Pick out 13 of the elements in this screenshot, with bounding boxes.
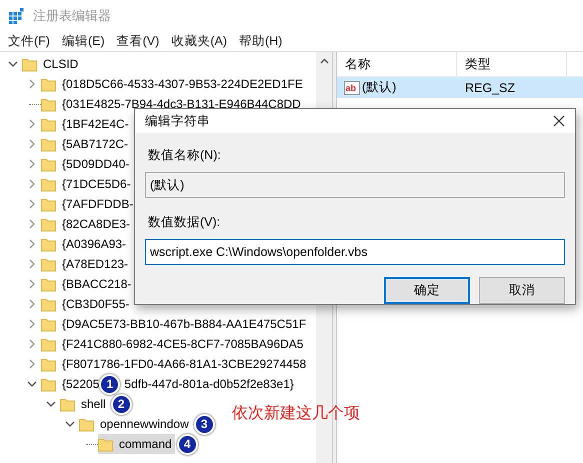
number-badge: 4 <box>176 434 198 454</box>
field-label: 数值名称(N): <box>148 147 222 164</box>
value-name: (默认) <box>362 79 396 96</box>
number-badge: 1 <box>99 374 120 394</box>
field-label: 数值数据(V): <box>148 214 222 231</box>
value-type: REG_SZ <box>464 80 516 94</box>
window-title: 注册表编辑器 <box>33 7 111 25</box>
number-badge: 2 <box>110 394 132 414</box>
string-value-icon: ab <box>344 80 360 94</box>
value-name-field: (默认) <box>145 172 565 198</box>
annotation-text: 依次新建这几个项 <box>232 404 360 424</box>
number-badge: 3 <box>194 414 215 434</box>
dialog-title: 编辑字符串 <box>145 112 210 130</box>
